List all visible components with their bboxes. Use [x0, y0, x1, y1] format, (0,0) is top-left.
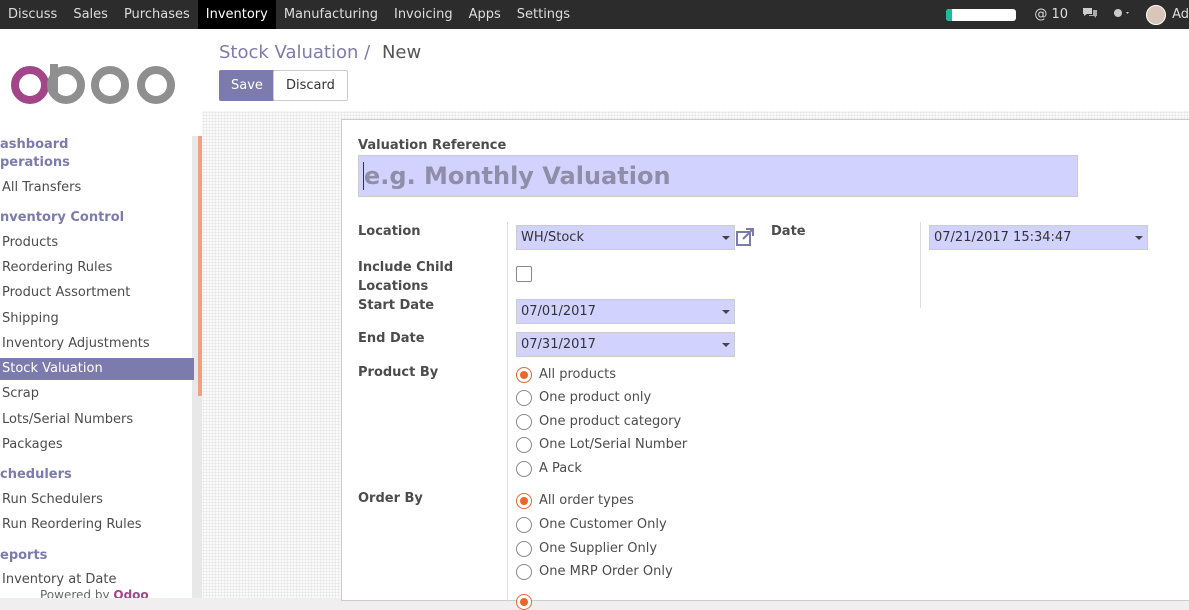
radio-label-one-product[interactable]: One product only [539, 390, 651, 405]
radio-one-mrp-order[interactable] [516, 564, 532, 580]
odoo-logo[interactable] [10, 64, 178, 106]
radio-label-a-pack[interactable]: A Pack [539, 461, 582, 476]
menu-invoicing[interactable]: Invoicing [386, 0, 461, 29]
chevron-down-icon [722, 343, 730, 347]
powered-by-brand[interactable]: Odoo [113, 588, 148, 598]
radio-one-category[interactable] [516, 414, 532, 430]
start-date-input[interactable]: 07/01/2017 [516, 299, 735, 324]
sidebar-item-run-reordering-rules[interactable]: Run Reordering Rules [0, 514, 194, 536]
progress-indicator [946, 8, 1017, 21]
location-label: Location [358, 224, 421, 239]
breadcrumb-separator: / [364, 42, 371, 63]
start-date-label: Start Date [358, 298, 435, 313]
sidebar-item-packages[interactable]: Packages [0, 434, 194, 456]
chat-icon[interactable] [1082, 6, 1098, 24]
section-reports: eports [0, 548, 48, 563]
sidebar: ashboard perations All Transfers nventor… [0, 29, 202, 598]
powered-by-text: Powered by [40, 588, 110, 598]
section-schedulers: chedulers [0, 467, 72, 482]
menu-apps[interactable]: Apps [461, 0, 509, 29]
radio-label-all-order-types[interactable]: All order types [539, 493, 634, 508]
menu-sales[interactable]: Sales [65, 0, 116, 29]
valuation-reference-label: Valuation Reference [358, 138, 507, 153]
valuation-reference-placeholder: e.g. Monthly Valuation [364, 162, 671, 190]
product-by-label: Product By [358, 365, 439, 380]
breadcrumb-current: New [381, 42, 422, 63]
form-sheet: Valuation Reference e.g. Monthly Valuati… [341, 119, 1189, 610]
sidebar-item-all-transfers[interactable]: All Transfers [0, 177, 194, 199]
breadcrumb: Stock Valuation / New [219, 42, 421, 63]
include-child-checkbox[interactable] [516, 266, 532, 282]
menu-purchases[interactable]: Purchases [116, 0, 198, 29]
control-panel: Stock Valuation / New Save Discard [202, 29, 1189, 112]
end-date-input[interactable]: 07/31/2017 [516, 332, 735, 357]
radio-label-one-lot[interactable]: One Lot/Serial Number [539, 437, 687, 452]
chevron-down-icon [722, 310, 730, 314]
radio-label-all-products[interactable]: All products [539, 367, 616, 382]
date-input[interactable]: 07/21/2017 15:34:47 [929, 225, 1148, 250]
radio-all-products[interactable] [516, 367, 532, 383]
end-date-label: End Date [358, 331, 425, 346]
date-label: Date [771, 224, 806, 239]
column-divider [507, 222, 508, 602]
radio-label-one-customer[interactable]: One Customer Only [539, 517, 667, 532]
top-navbar: Discuss Sales Purchases Inventory Manufa… [0, 0, 1189, 29]
debug-bug-icon[interactable] [1112, 6, 1132, 24]
sidebar-item-lots-serial-numbers[interactable]: Lots/Serial Numbers [0, 409, 194, 431]
column-divider-right [920, 222, 921, 308]
end-date-value: 07/31/2017 [521, 337, 596, 352]
external-link-icon[interactable] [736, 228, 754, 246]
valuation-reference-input[interactable]: e.g. Monthly Valuation [358, 155, 1078, 197]
sidebar-item-run-schedulers[interactable]: Run Schedulers [0, 489, 194, 511]
radio-one-product[interactable] [516, 390, 532, 406]
location-value: WH/Stock [521, 230, 584, 245]
radio-one-lot[interactable] [516, 437, 532, 453]
breadcrumb-parent[interactable]: Stock Valuation [219, 42, 358, 63]
include-child-label-2: Locations [358, 279, 429, 294]
menu-discuss[interactable]: Discuss [0, 0, 65, 29]
radio-a-pack[interactable] [516, 461, 532, 477]
date-value: 07/21/2017 15:34:47 [934, 230, 1072, 245]
radio-one-customer[interactable] [516, 517, 532, 533]
section-operations[interactable]: perations [0, 155, 70, 170]
section-inventory-control: nventory Control [0, 210, 125, 225]
powered-by: Powered by Odoo [40, 588, 149, 598]
order-by-label: Order By [358, 491, 423, 506]
include-child-label: Include Child [358, 260, 454, 275]
save-button[interactable]: Save [219, 70, 275, 101]
discard-button[interactable]: Discard [273, 70, 348, 101]
user-name[interactable]: Ad [1172, 7, 1189, 22]
radio-next-option[interactable] [516, 594, 532, 610]
radio-one-supplier[interactable] [516, 541, 532, 557]
menu-settings[interactable]: Settings [509, 0, 578, 29]
sidebar-item-stock-valuation[interactable]: Stock Valuation [0, 358, 194, 380]
sidebar-item-inventory-adjustments[interactable]: Inventory Adjustments [0, 333, 194, 355]
menu-manufacturing[interactable]: Manufacturing [276, 0, 386, 29]
messages-counter[interactable]: @ 10 [1034, 7, 1068, 22]
sidebar-item-reordering-rules[interactable]: Reordering Rules [0, 257, 194, 279]
section-dashboard[interactable]: ashboard [0, 137, 69, 152]
chevron-down-icon [722, 236, 730, 240]
sidebar-item-scrap[interactable]: Scrap [0, 383, 194, 405]
radio-label-one-category[interactable]: One product category [539, 414, 681, 429]
radio-all-order-types[interactable] [516, 493, 532, 509]
radio-label-one-supplier[interactable]: One Supplier Only [539, 541, 657, 556]
radio-label-one-mrp-order[interactable]: One MRP Order Only [539, 564, 673, 579]
chevron-down-icon [1135, 236, 1143, 240]
sidebar-item-products[interactable]: Products [0, 232, 194, 254]
sidebar-item-shipping[interactable]: Shipping [0, 308, 194, 330]
start-date-value: 07/01/2017 [521, 304, 596, 319]
location-select[interactable]: WH/Stock [516, 225, 735, 250]
avatar[interactable] [1146, 4, 1167, 25]
menu-inventory[interactable]: Inventory [197, 0, 276, 29]
sidebar-item-product-assortment[interactable]: Product Assortment [0, 282, 194, 304]
systray: @ 10 Ad [946, 0, 1189, 29]
sidebar-menu: ashboard perations All Transfers nventor… [0, 136, 194, 598]
app-menu: Discuss Sales Purchases Inventory Manufa… [0, 0, 578, 29]
form-view: Valuation Reference e.g. Monthly Valuati… [202, 111, 1189, 610]
